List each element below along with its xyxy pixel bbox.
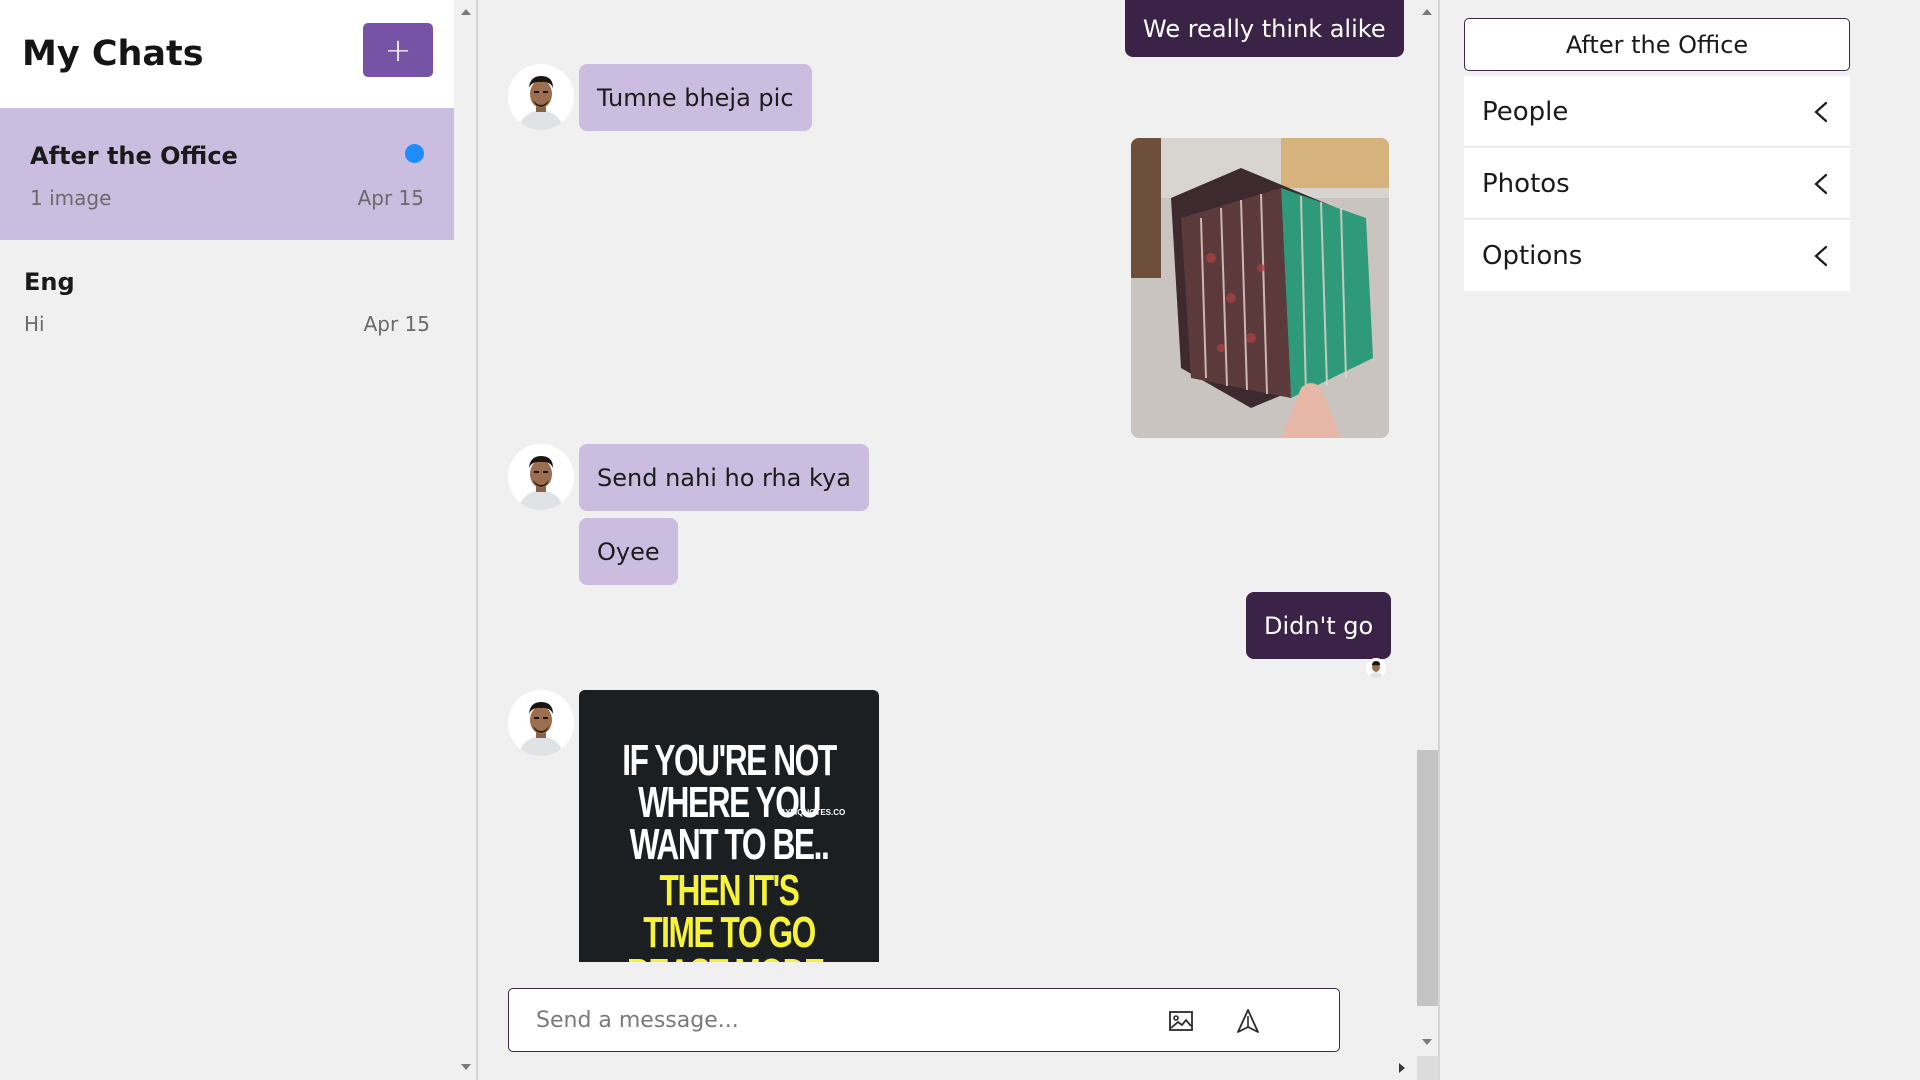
new-chat-button[interactable]: +	[363, 23, 433, 77]
chat-scroll-up-arrow[interactable]	[1422, 9, 1432, 15]
send-icon[interactable]	[1234, 1007, 1262, 1035]
chat-scrollbar-thumb[interactable]	[1417, 750, 1438, 1006]
section-label: Options	[1482, 241, 1583, 271]
avatar	[508, 690, 574, 756]
chat-scroll-down-arrow[interactable]	[1422, 1039, 1432, 1045]
chat-scroll-right-arrow[interactable]	[1399, 1063, 1405, 1073]
quote-image-site: GYMQUOTES.CO	[779, 808, 846, 817]
quote-image-line-1: IF YOU'RE NOT WHERE YOU WANT TO BE..	[622, 736, 837, 869]
avatar-photo-icon	[508, 64, 574, 130]
section-label: People	[1482, 97, 1569, 127]
message-composer	[508, 988, 1340, 1052]
section-photos[interactable]: Photos	[1464, 148, 1850, 219]
sidebar-header: My Chats +	[0, 0, 454, 108]
attach-image-icon[interactable]	[1167, 1007, 1195, 1035]
avatar-photo-icon	[508, 690, 574, 756]
chat-sidebar: My Chats + After the Office 1 image Apr …	[0, 0, 478, 1080]
chat-conversation: We really think alike Tumne bheja pic Se…	[480, 0, 1440, 1080]
chat-date: Apr 15	[357, 186, 424, 210]
chat-list-item-eng[interactable]: Eng Hi Apr 15	[0, 240, 454, 346]
shared-photo-outgoing[interactable]	[1131, 138, 1389, 438]
scrollbar-corner	[1417, 1056, 1439, 1080]
message-input[interactable]	[509, 989, 1149, 1051]
message-bubble-incoming: Tumne bheja pic	[579, 64, 812, 131]
read-receipt-icon	[1366, 658, 1386, 678]
avatar	[508, 64, 574, 130]
message-bubble-incoming: Send nahi ho rha kya	[579, 444, 869, 511]
message-bubble-outgoing: We really think alike	[1125, 0, 1404, 57]
quote-image-line-2: THEN IT'S TIME TO GO BEAST MODE.	[627, 866, 833, 962]
avatar-photo-icon	[508, 444, 574, 510]
avatar	[508, 444, 574, 510]
chat-list-item-after-the-office[interactable]: After the Office 1 image Apr 15	[0, 108, 454, 240]
photo-image	[1131, 138, 1389, 438]
chevron-left-icon	[1814, 173, 1828, 195]
chat-name: Eng	[24, 268, 75, 296]
chevron-left-icon	[1814, 101, 1828, 123]
section-label: Photos	[1482, 169, 1570, 199]
chat-preview: 1 image	[30, 186, 112, 210]
chat-preview: Hi	[24, 312, 45, 336]
unread-indicator	[405, 144, 424, 163]
chat-date: Apr 15	[363, 312, 430, 336]
section-options[interactable]: Options	[1464, 220, 1850, 291]
chat-details-panel: After the Office People Photos Options	[1442, 0, 1920, 1080]
chat-name: After the Office	[30, 142, 238, 170]
sidebar-title: My Chats	[22, 34, 204, 74]
message-bubble-incoming: Oyee	[579, 518, 678, 585]
read-receipt-avatar	[1366, 658, 1386, 678]
sidebar-scroll-down-arrow[interactable]	[461, 1064, 471, 1070]
shared-quote-image[interactable]: IF YOU'RE NOT WHERE YOU WANT TO BE.. GYM…	[579, 690, 879, 962]
group-name-field[interactable]: After the Office	[1464, 18, 1850, 71]
chevron-left-icon	[1814, 245, 1828, 267]
section-people[interactable]: People	[1464, 76, 1850, 147]
sidebar-scroll-up-arrow[interactable]	[461, 9, 471, 15]
message-bubble-outgoing: Didn't go	[1246, 592, 1392, 659]
